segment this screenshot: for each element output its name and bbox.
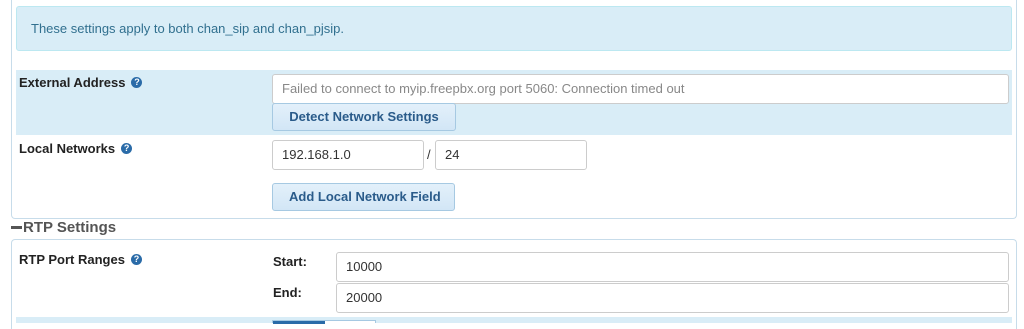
help-icon[interactable]: ? [121, 143, 133, 154]
next-row-highlight [16, 317, 1012, 323]
external-address-label-group: External Address ? [19, 75, 143, 90]
rtp-start-label: Start: [273, 254, 307, 269]
rtp-port-ranges-label-group: RTP Port Ranges ? [19, 252, 142, 267]
external-address-input[interactable]: Failed to connect to myip.freepbx.org po… [272, 74, 1009, 104]
rtp-start-input[interactable]: 10000 [336, 252, 1009, 282]
help-icon[interactable]: ? [131, 77, 143, 88]
info-alert: These settings apply to both chan_sip an… [16, 6, 1012, 51]
help-icon[interactable]: ? [130, 254, 142, 265]
rtp-end-label: End: [273, 285, 302, 300]
rtp-settings-section-toggle[interactable]: RTP Settings [11, 219, 116, 236]
network-separator: / [427, 147, 431, 162]
add-local-network-field-button[interactable]: Add Local Network Field [272, 183, 455, 211]
rtp-port-ranges-label: RTP Port Ranges [19, 252, 125, 267]
detect-network-settings-button[interactable]: Detect Network Settings [272, 103, 456, 131]
rtp-end-input[interactable]: 20000 [336, 283, 1009, 313]
local-network-mask-input[interactable]: 24 [435, 140, 587, 170]
rtp-settings-title: RTP Settings [23, 219, 117, 236]
external-address-label: External Address [19, 75, 126, 90]
local-networks-label: Local Networks [19, 141, 116, 156]
collapse-icon [11, 226, 22, 229]
local-network-ip-input[interactable]: 192.168.1.0 [272, 140, 424, 170]
local-networks-label-group: Local Networks ? [19, 141, 133, 156]
